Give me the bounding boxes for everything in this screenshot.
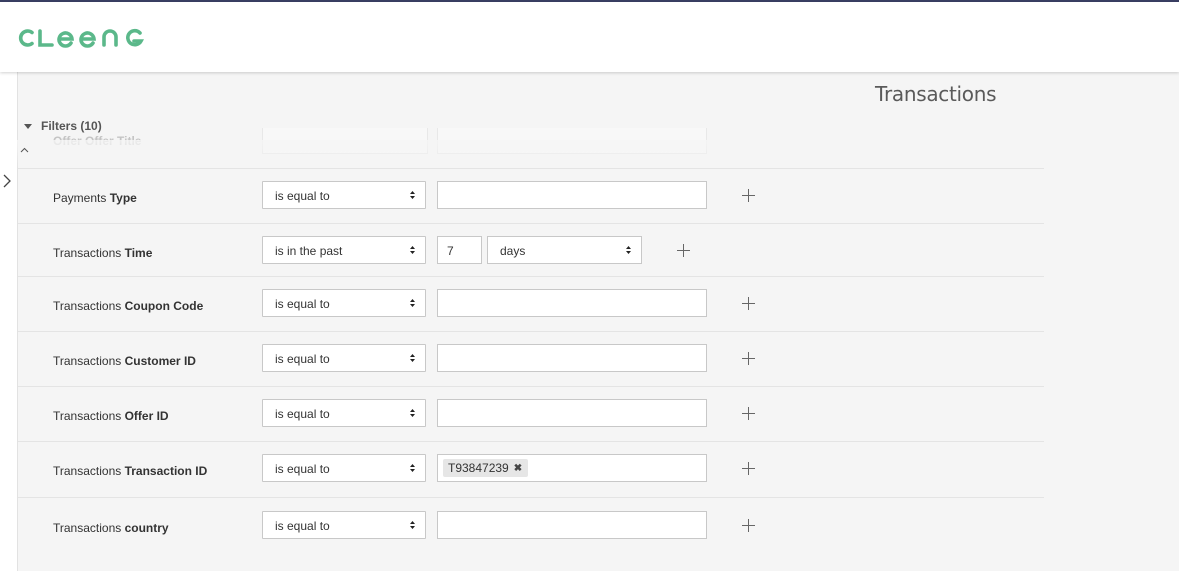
select-arrows-icon: [410, 521, 415, 529]
sidebar: [0, 72, 18, 571]
operator-select[interactable]: is in the past: [262, 236, 426, 264]
select-arrows-icon: [410, 409, 415, 417]
filter-row: Transactions Transaction ID is equal to …: [18, 441, 1044, 498]
value-input[interactable]: [437, 511, 707, 539]
select-arrows-icon: [626, 246, 631, 254]
select-arrows-icon: [410, 354, 415, 362]
row-label: Transactions Customer ID: [53, 354, 196, 368]
amount-input[interactable]: 7: [437, 236, 482, 264]
filter-row: Transactions Customer ID is equal to: [18, 331, 1044, 387]
row-label: Payments Type: [53, 191, 137, 205]
add-filter-button[interactable]: [742, 189, 755, 202]
filter-row: Transactions Offer ID is equal to: [18, 386, 1044, 442]
add-filter-button[interactable]: [742, 297, 755, 310]
value-input[interactable]: [437, 181, 707, 209]
select-arrows-icon: [410, 246, 415, 254]
row-label: Transactions Coupon Code: [53, 299, 204, 313]
value-input[interactable]: [437, 289, 707, 317]
value-tag: T93847239 ✖: [443, 459, 529, 477]
cleeng-logo[interactable]: [18, 23, 150, 53]
row-label: Transactions Time: [53, 246, 153, 260]
row-label: Transactions country: [53, 521, 169, 535]
tag-label: T93847239: [448, 461, 509, 475]
filter-row: Transactions Time is in the past 7 days: [18, 223, 1044, 277]
operator-select[interactable]: is equal to: [262, 511, 426, 539]
row-label: Transactions Transaction ID: [53, 464, 208, 478]
operator-select[interactable]: is equal to: [262, 399, 426, 427]
select-arrows-icon: [410, 464, 415, 472]
add-filter-button[interactable]: [742, 407, 755, 420]
add-filter-button[interactable]: [742, 519, 755, 532]
value-input[interactable]: [437, 344, 707, 372]
filter-row: Payments Type is equal to: [18, 168, 1044, 223]
chevron-right-icon[interactable]: [2, 173, 12, 189]
row-label: Transactions Offer ID: [53, 409, 169, 423]
add-filter-button[interactable]: [742, 462, 755, 475]
filter-row: Transactions country is equal to: [18, 497, 1044, 554]
operator-select[interactable]: is equal to: [262, 344, 426, 372]
add-filter-button[interactable]: [742, 352, 755, 365]
select-arrows-icon: [410, 191, 415, 199]
add-filter-button[interactable]: [677, 244, 690, 257]
app-header: [0, 2, 1179, 72]
close-icon[interactable]: ✖: [514, 463, 522, 474]
operator-select[interactable]: is equal to: [262, 181, 426, 209]
select-arrows-icon: [410, 299, 415, 307]
value-input[interactable]: [437, 399, 707, 427]
operator-select[interactable]: is equal to: [262, 289, 426, 317]
operator-select[interactable]: is equal to: [262, 454, 426, 482]
tag-input[interactable]: T93847239 ✖: [437, 454, 707, 482]
filter-row: Transactions Coupon Code is equal to: [18, 276, 1044, 332]
unit-select[interactable]: days: [487, 236, 642, 264]
scroll-fade: [17, 140, 1179, 168]
page-title: Transactions: [875, 82, 997, 106]
chevron-up-icon[interactable]: [20, 147, 29, 153]
